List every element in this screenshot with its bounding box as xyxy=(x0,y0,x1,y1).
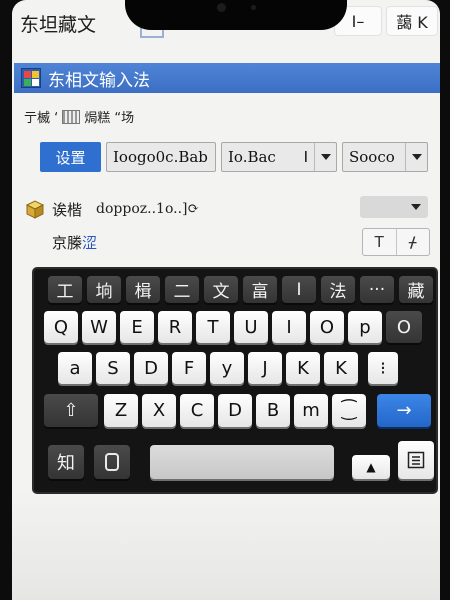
grid-icon xyxy=(62,109,81,124)
key-circle[interactable]: O xyxy=(386,311,422,343)
chevron-down-icon[interactable] xyxy=(405,143,427,171)
combo-3[interactable]: Sooco xyxy=(342,142,428,172)
key-u[interactable]: U xyxy=(234,311,268,343)
app-title: 东坦藏文 xyxy=(20,14,97,36)
segmented-toggle[interactable]: T ᚋ xyxy=(362,228,430,256)
candidate-key[interactable]: 工 xyxy=(48,276,82,303)
ime-header: 东相文输入法 xyxy=(14,63,440,93)
subtitle-row: 亍楲 ‘ 焗糕 “场 xyxy=(24,107,134,126)
combo-3-value: Sooco xyxy=(349,148,395,166)
candidate-key[interactable]: 畗 xyxy=(243,276,277,303)
space-bar[interactable] xyxy=(150,445,334,479)
combo-1[interactable]: Ioogo0c.Bab xyxy=(106,142,216,172)
collapse-keyboard-key[interactable]: ▲ xyxy=(352,455,390,479)
field-value: doppoz..1o..]⟳ xyxy=(96,201,200,217)
candidate-key[interactable]: 垧 xyxy=(87,276,121,303)
language-key[interactable]: 知 xyxy=(48,445,84,479)
chevron-down-icon xyxy=(411,204,421,210)
key-d-2[interactable]: D xyxy=(218,394,252,427)
key-d[interactable]: D xyxy=(134,352,168,384)
candidate-key[interactable]: I xyxy=(282,276,316,303)
key-punct[interactable]: ⁝ xyxy=(368,352,398,384)
key-i[interactable]: I xyxy=(272,311,306,343)
seg-right-button[interactable]: ᚋ xyxy=(395,229,430,255)
key-x[interactable]: X xyxy=(142,394,176,427)
field-label: 诶楷 xyxy=(52,200,83,219)
candidate-key[interactable]: 二 xyxy=(165,276,199,303)
candidate-key[interactable]: 藏 xyxy=(399,276,433,303)
row2-label: 京榺涩 xyxy=(52,234,98,252)
field-dropdown[interactable] xyxy=(360,196,428,218)
onscreen-keyboard: 工 垧 楫 二 文 畗 I 法 ··· 藏 Q W E R T U I O p … xyxy=(32,267,438,494)
key-r[interactable]: R xyxy=(158,311,192,343)
settings-button[interactable]: 设置 xyxy=(40,142,101,172)
chevron-down-icon[interactable] xyxy=(314,143,336,171)
key-f[interactable]: F xyxy=(172,352,206,384)
key-p[interactable]: p xyxy=(348,311,382,343)
key-k-2[interactable]: K xyxy=(324,352,358,384)
box-icon xyxy=(24,199,46,219)
candidate-more-key[interactable]: ··· xyxy=(360,276,394,303)
row2-label-accent: 涩 xyxy=(82,234,98,252)
key-w[interactable]: W xyxy=(82,311,116,343)
key-o[interactable]: O xyxy=(310,311,344,343)
key-m[interactable]: m xyxy=(294,394,328,427)
key-j[interactable]: J xyxy=(248,352,282,384)
candidate-key[interactable]: 楫 xyxy=(126,276,160,303)
key-symbol[interactable]: ⁐ xyxy=(332,394,366,427)
key-t[interactable]: T xyxy=(196,311,230,343)
subtitle-right: 焗糕 “场 xyxy=(84,111,135,126)
key-a[interactable]: a xyxy=(58,352,92,384)
candidate-key[interactable]: 文 xyxy=(204,276,238,303)
combo-1-value: Ioogo0c.Bab xyxy=(113,148,208,166)
top-button-2[interactable]: 藹 K xyxy=(386,6,438,36)
ime-title: 东相文输入法 xyxy=(48,70,150,91)
ime-logo-icon xyxy=(21,68,41,88)
menu-icon[interactable] xyxy=(398,441,434,479)
phone-screen: 东坦藏文 I– 藹 K 东相文输入法 亍楲 ‘ 焗糕 “场 设置 Ioogo0c… xyxy=(12,0,440,600)
key-q[interactable]: Q xyxy=(44,311,78,343)
combo-2[interactable]: Io.Bac I xyxy=(221,142,337,172)
camera-dot xyxy=(217,3,226,12)
shift-key[interactable]: ⇧ xyxy=(44,394,98,427)
key-s[interactable]: S xyxy=(96,352,130,384)
key-k[interactable]: K xyxy=(286,352,320,384)
key-b[interactable]: B xyxy=(256,394,290,427)
combo-2-value: Io.Bac xyxy=(228,148,276,166)
key-z[interactable]: Z xyxy=(104,394,138,427)
candidate-key[interactable]: 法 xyxy=(321,276,355,303)
subtitle-left: 亍楲 ‘ xyxy=(24,111,59,126)
key-c[interactable]: C xyxy=(180,394,214,427)
seg-left-button[interactable]: T xyxy=(363,229,396,255)
sensor-dot xyxy=(251,5,256,10)
key-e[interactable]: E xyxy=(120,311,154,343)
field-row: 诶楷 doppoz..1o..]⟳ xyxy=(24,198,199,220)
key-y[interactable]: y xyxy=(210,352,244,384)
enter-key[interactable]: → xyxy=(377,394,431,427)
camera-notch xyxy=(125,0,347,30)
combo-2-mark: I xyxy=(303,148,308,166)
copy-icon[interactable] xyxy=(94,445,130,479)
